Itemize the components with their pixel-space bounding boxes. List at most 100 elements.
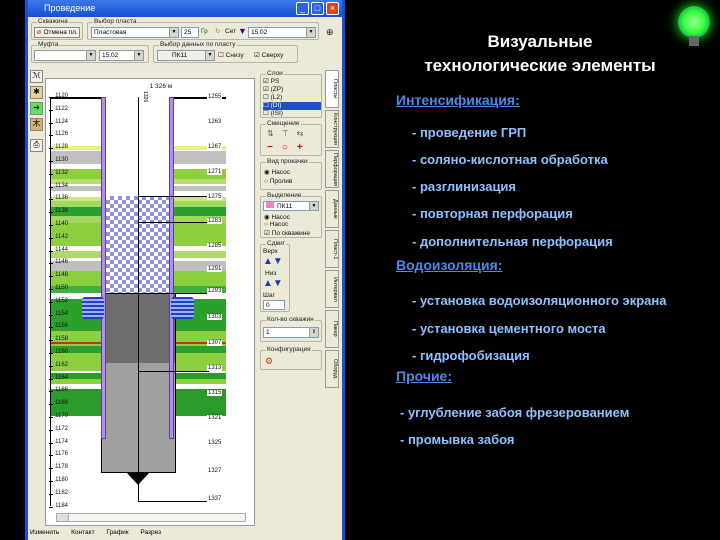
drill-tool-icon[interactable]: 木 xyxy=(30,118,43,131)
pump-radio-2[interactable]: ○ Пролив xyxy=(264,178,292,185)
section-heading: Интенсификация: xyxy=(396,92,520,108)
cancel-button[interactable]: ⊘ Отмена пл. xyxy=(34,27,80,38)
well-log-view[interactable]: 1 326 м 1120 1122 1124 1126 1128 1130 1132 1134… xyxy=(45,78,255,526)
pump-radio-1[interactable]: ◉ Насос xyxy=(264,168,290,176)
layer-select[interactable]: Пластовая ▼ xyxy=(91,27,179,38)
checkbox[interactable]: ☑ xyxy=(263,78,271,85)
layer-item[interactable]: ☐ (DI) xyxy=(263,102,321,110)
depth-label-right: 1285 xyxy=(207,243,223,249)
data-select[interactable]: ПК11 ▼ xyxy=(157,50,215,61)
depth-label-right: 1275 xyxy=(207,194,223,200)
tab-chart[interactable]: График xyxy=(106,529,128,536)
chevron-down-icon: ▼ xyxy=(169,28,178,37)
depth-label-right: 1283 xyxy=(207,218,223,224)
vertical-tab[interactable]: Пласты xyxy=(325,70,339,108)
well-count-spinner[interactable]: 1 ⇕ xyxy=(263,327,319,338)
config-icon[interactable]: ⚙ xyxy=(265,356,273,367)
tab-section[interactable]: Разрез xyxy=(140,529,161,536)
arrow-tool-icon[interactable]: ➜ xyxy=(30,102,43,115)
selection-select[interactable]: ПК11 ▼ xyxy=(263,201,319,211)
layer-label: (DI) xyxy=(270,102,282,109)
top-label: Верх xyxy=(263,248,278,255)
selection-group: Выделение ПК11 ▼ ◉ Насос ○ Насос ☑ По скв… xyxy=(260,192,322,238)
depth-label-right: 1271 xyxy=(207,169,223,175)
refresh-icon[interactable]: ↻ xyxy=(215,27,220,35)
bottom-up-down-buttons[interactable]: ▲▼ xyxy=(263,278,283,289)
top-up-down-buttons[interactable]: ▲▼ xyxy=(263,256,283,267)
by-well-checkbox[interactable]: ☑ По скважине xyxy=(264,229,310,237)
checkbox[interactable]: ☐ xyxy=(263,110,271,117)
layer-item[interactable]: ☑ (ZP) xyxy=(263,86,321,94)
depth-label-right: 1337 xyxy=(207,496,223,502)
bottom-tabs: Изменить Контакт График Разрез xyxy=(28,529,342,540)
coupling-select[interactable]: ▼ xyxy=(34,50,96,61)
scrollbar-thumb[interactable] xyxy=(57,514,69,521)
vertical-tab[interactable]: Пласт-1 xyxy=(325,230,339,268)
section-heading: Водоизоляция: xyxy=(396,257,503,273)
count-value: 1 xyxy=(266,329,270,336)
layer-item[interactable]: ☐ (L2) xyxy=(263,94,321,102)
depth-label-right: 1255 xyxy=(207,94,223,100)
window-title: Проведение xyxy=(44,3,96,13)
print-tool-icon[interactable]: ⎙ xyxy=(30,139,43,152)
step-spinner[interactable]: 0 xyxy=(263,300,285,310)
filter-icon[interactable]: ▼ xyxy=(238,26,247,36)
depth-label-right: 1327 xyxy=(207,468,223,474)
title-bar: Проведение xyxy=(28,0,342,17)
shift-icons[interactable]: ⇅⊤⇆ xyxy=(267,129,311,138)
sel-radio-2[interactable]: ○ Насос xyxy=(264,221,288,228)
shift-buttons[interactable]: −○+ xyxy=(267,142,312,153)
layer-item[interactable]: ☐ (ISI) xyxy=(263,110,321,118)
group-label: Выбор пласта xyxy=(93,18,138,25)
depth-axis xyxy=(50,97,51,506)
depth-label-right: 1325 xyxy=(207,440,223,446)
sel-radio-1[interactable]: ◉ Насос xyxy=(264,213,290,221)
checkbox[interactable]: ☑ xyxy=(263,86,271,93)
depth-label-right: 1263 xyxy=(207,119,223,125)
layers-tool-icon[interactable]: ℳ xyxy=(30,70,43,83)
depth-label-right: 1293 xyxy=(207,288,223,294)
set-label: Сет xyxy=(225,28,237,35)
layers-list[interactable]: ☑ PS ☑ (ZP) ☐ (L2) ☐ (DI) ☐ (ISI) xyxy=(263,78,321,118)
horizontal-scrollbar[interactable] xyxy=(56,513,246,522)
chevron-down-icon: ▼ xyxy=(309,202,318,210)
slide-title: Визуальные технологические элементы xyxy=(380,30,700,78)
tab-contact[interactable]: Контакт xyxy=(71,529,94,536)
bullet-item: - повторная перфорация xyxy=(412,206,573,221)
minimize-button[interactable]: _ xyxy=(296,2,309,15)
bottom-checkbox[interactable]: ☐ Снизу xyxy=(218,51,244,59)
vertical-tab[interactable]: Интервал xyxy=(325,270,339,308)
layer-item[interactable]: ☑ PS xyxy=(263,78,321,86)
maximize-button[interactable]: □ xyxy=(311,2,324,15)
group-label: Кол-во скважин xyxy=(266,316,315,323)
top-checkbox[interactable]: ☑ Сверху xyxy=(254,51,283,59)
vertical-tab[interactable]: Конструкция xyxy=(325,110,339,148)
layer-label: PS xyxy=(270,78,280,85)
checkbox[interactable]: ☐ xyxy=(263,94,271,101)
radio-label: Насос xyxy=(269,221,289,228)
group-label: Смещение xyxy=(266,120,301,127)
zoom-icon[interactable]: ⊕ xyxy=(326,27,334,38)
graph-button[interactable]: Гр xyxy=(201,28,208,35)
tab-edit[interactable]: Изменить xyxy=(30,529,59,536)
pump-group: Вид прокачки ◉ Насос ○ Пролив xyxy=(260,158,322,190)
coupling-date-select[interactable]: 15.02 ▼ xyxy=(99,50,144,61)
date-select[interactable]: 15.02 ▼ xyxy=(248,27,316,38)
layer-label: (ISI) xyxy=(270,110,283,117)
chevron-down-icon: ▼ xyxy=(205,51,214,60)
vertical-tab[interactable]: Перфорация xyxy=(325,150,339,188)
step-input[interactable]: 25 xyxy=(181,27,199,38)
bottom-checkbox-label: Снизу xyxy=(225,52,244,59)
checkbox[interactable]: ☐ xyxy=(263,102,271,109)
plant-tool-icon[interactable]: ✱ xyxy=(30,86,43,99)
close-button[interactable]: × xyxy=(326,2,339,15)
cancel-icon: ⊘ xyxy=(36,29,42,36)
bullet-item: - гидрофобизация xyxy=(412,348,530,363)
vertical-tab[interactable]: Пакер xyxy=(325,310,339,348)
top-checkbox-label: Сверху xyxy=(261,52,284,59)
depth-labels: 1120 1122 1124 1126 1128 1130 1132 1134 1136 1138… xyxy=(46,79,254,525)
checkbox-label: По скважине xyxy=(271,230,311,237)
vertical-tab[interactable]: Данные xyxy=(325,190,339,228)
control-panel: Слои ☑ PS ☑ (ZP) ☐ (L2) ☐ (DI) ☐ (ISI) Смеще… xyxy=(258,70,324,420)
vertical-tab[interactable]: Оборуд. xyxy=(325,350,339,388)
